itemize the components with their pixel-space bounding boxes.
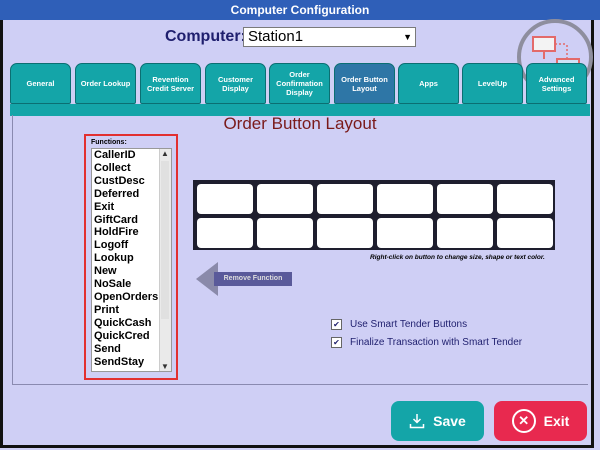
- layout-button-slot[interactable]: [377, 218, 433, 248]
- layout-button-slot[interactable]: [497, 184, 553, 214]
- tab-customer-display[interactable]: Customer Display: [205, 63, 266, 104]
- tab-revention-credit-server[interactable]: Revention Credit Server: [140, 63, 201, 104]
- tab-bar: General Order Lookup Revention Credit Se…: [10, 63, 590, 105]
- computer-select[interactable]: Station1 ▼: [243, 27, 416, 47]
- layout-button-slot[interactable]: [317, 218, 373, 248]
- tab-general[interactable]: General: [10, 63, 71, 104]
- chevron-down-icon[interactable]: ▼: [161, 362, 169, 371]
- layout-button-slot[interactable]: [317, 184, 373, 214]
- tab-order-button-layout[interactable]: Order Button Layout: [334, 63, 395, 104]
- option-smart-tender[interactable]: ✔ Use Smart Tender Buttons: [331, 319, 467, 330]
- grid-hint: Right-click on button to change size, sh…: [370, 254, 545, 261]
- layout-button-slot[interactable]: [497, 218, 553, 248]
- scrollbar-thumb[interactable]: [161, 161, 169, 319]
- tab-apps[interactable]: Apps: [398, 63, 459, 104]
- functions-list[interactable]: CallerID Collect CustDesc Deferred Exit …: [91, 148, 172, 372]
- functions-scrollbar[interactable]: ▲ ▼: [159, 149, 171, 371]
- computer-label: Computer:: [165, 28, 246, 45]
- save-button[interactable]: Save: [391, 401, 484, 441]
- button-layout-grid: [193, 180, 555, 250]
- save-label: Save: [433, 413, 466, 429]
- checkbox-smart-tender[interactable]: ✔: [331, 319, 342, 330]
- layout-button-slot[interactable]: [437, 218, 493, 248]
- layout-button-slot[interactable]: [197, 218, 253, 248]
- save-icon: [409, 414, 425, 429]
- layout-button-slot[interactable]: [437, 184, 493, 214]
- layout-button-slot[interactable]: [197, 184, 253, 214]
- option-finalize-transaction[interactable]: ✔ Finalize Transaction with Smart Tender: [331, 337, 522, 348]
- exit-button[interactable]: ✕ Exit: [494, 401, 587, 441]
- option-label: Use Smart Tender Buttons: [350, 319, 468, 331]
- chevron-down-icon[interactable]: ▼: [403, 28, 412, 46]
- computer-select-value: Station1: [248, 28, 304, 45]
- close-icon: ✕: [511, 409, 536, 433]
- option-label: Finalize Transaction with Smart Tender: [350, 337, 523, 349]
- divider: [12, 384, 588, 385]
- tab-order-lookup[interactable]: Order Lookup: [75, 63, 136, 104]
- window-title: Computer Configuration: [0, 0, 600, 20]
- exit-label: Exit: [543, 413, 570, 429]
- tab-levelup[interactable]: LevelUp: [462, 63, 523, 104]
- tab-order-confirmation-display[interactable]: Order Confirmation Display: [269, 63, 330, 104]
- section-title: Order Button Layout: [223, 114, 377, 133]
- remove-function-label: Remove Function: [214, 272, 292, 286]
- chevron-up-icon[interactable]: ▲: [161, 149, 169, 158]
- functions-label: Functions:: [91, 139, 127, 146]
- layout-button-slot[interactable]: [257, 184, 313, 214]
- tab-advanced-settings[interactable]: Advanced Settings: [526, 63, 587, 104]
- remove-function-button[interactable]: Remove Function: [196, 262, 294, 298]
- layout-button-slot[interactable]: [257, 218, 313, 248]
- checkbox-finalize-transaction[interactable]: ✔: [331, 337, 342, 348]
- layout-button-slot[interactable]: [377, 184, 433, 214]
